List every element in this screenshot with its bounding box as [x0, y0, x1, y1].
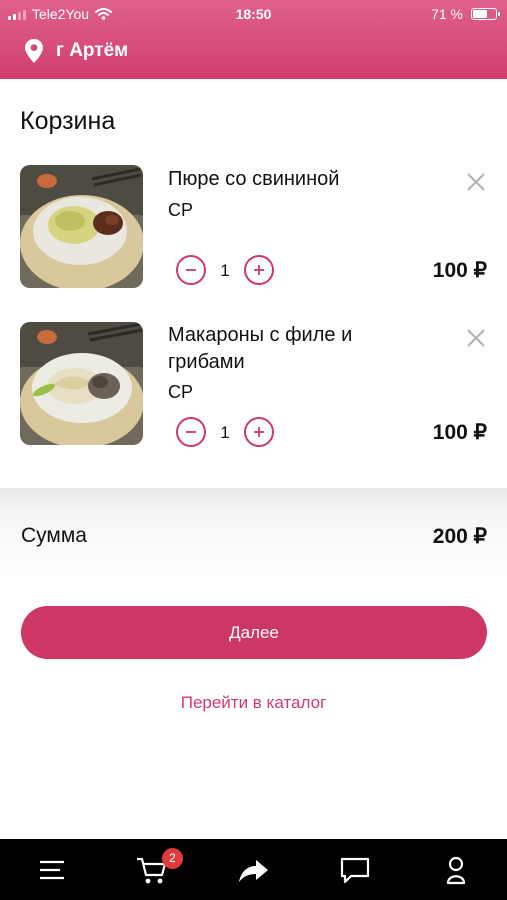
decrease-quantity-button[interactable] — [176, 417, 206, 447]
item-price: 100 ₽ — [432, 421, 487, 444]
product-size: СР — [168, 382, 194, 402]
plus-icon — [254, 427, 264, 437]
quantity-value: 1 — [220, 423, 230, 442]
battery-percent: 71 % — [431, 6, 463, 22]
increase-quantity-button[interactable] — [244, 255, 274, 285]
page-title: Корзина — [20, 107, 116, 135]
profile-icon — [446, 856, 466, 885]
item-price: 100 ₽ — [432, 259, 487, 282]
chat-icon — [340, 857, 370, 884]
plus-icon — [254, 265, 264, 275]
tab-bar — [0, 839, 507, 900]
go-to-catalog-link[interactable]: Перейти в каталог — [0, 693, 507, 713]
battery-icon — [471, 8, 500, 20]
minus-icon — [186, 431, 196, 433]
status-bar: Tele2You 18:50 71 % — [0, 0, 507, 28]
next-button[interactable]: Далее — [21, 606, 487, 659]
tab-profile[interactable] — [438, 854, 474, 886]
close-icon — [467, 329, 485, 347]
product-size: СР — [168, 200, 194, 220]
tab-menu[interactable] — [34, 854, 70, 886]
city-name: г Артём — [56, 40, 129, 61]
map-pin-icon — [25, 39, 43, 63]
menu-icon — [40, 860, 64, 880]
remove-item-button[interactable] — [464, 326, 488, 350]
tab-share[interactable] — [236, 854, 272, 886]
total-label: Сумма — [21, 524, 87, 547]
product-name: Пюре со свининой — [168, 168, 340, 190]
product-image — [20, 322, 143, 445]
app-header: Tele2You 18:50 71 % г Артём — [0, 0, 507, 79]
share-icon — [239, 860, 268, 882]
total-value: 200 ₽ — [432, 525, 487, 548]
product-name: Макароны с филе и грибами — [168, 324, 353, 373]
cart-count-badge: 2 — [162, 848, 183, 869]
close-icon — [467, 173, 485, 191]
remove-item-button[interactable] — [464, 170, 488, 194]
tab-chat[interactable] — [337, 854, 373, 886]
decrease-quantity-button[interactable] — [176, 255, 206, 285]
battery-level — [473, 10, 488, 18]
increase-quantity-button[interactable] — [244, 417, 274, 447]
quantity-value: 1 — [220, 261, 230, 280]
minus-icon — [186, 269, 196, 271]
city-selector[interactable]: г Артём — [24, 38, 128, 64]
status-right: 71 % — [431, 6, 500, 22]
product-image — [20, 165, 143, 288]
